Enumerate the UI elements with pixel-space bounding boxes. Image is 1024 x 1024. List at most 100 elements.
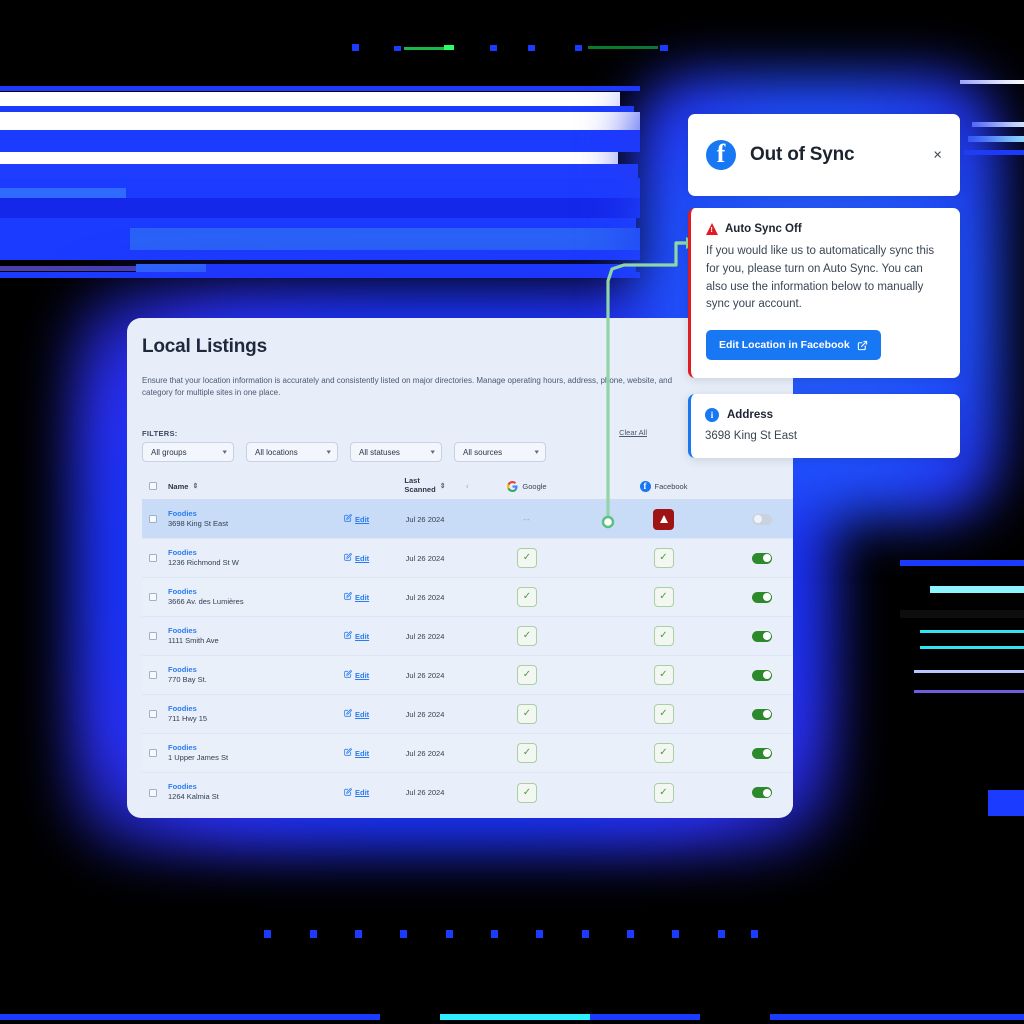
- row-last-scanned-cell: Jul 26 2024: [392, 749, 458, 758]
- sort-icon[interactable]: ⇕: [192, 483, 198, 490]
- auto-sync-toggle[interactable]: [752, 630, 772, 642]
- edit-link[interactable]: Edit: [344, 709, 369, 719]
- google-status-cell[interactable]: ✓: [458, 782, 596, 803]
- facebook-status-cell[interactable]: ✓: [596, 704, 731, 724]
- facebook-status-cell[interactable]: ✓: [596, 587, 731, 607]
- row-edit-cell: Edit: [322, 553, 392, 563]
- auto-sync-toggle[interactable]: [752, 708, 772, 720]
- auto-sync-toggle[interactable]: [752, 591, 772, 603]
- synced-check-icon[interactable]: ✓: [653, 743, 674, 763]
- facebook-status-cell[interactable]: ✓: [596, 548, 731, 568]
- edit-icon: [344, 787, 352, 798]
- chevron-down-icon: ▾: [327, 448, 332, 456]
- synced-check-icon[interactable]: ✓: [653, 704, 674, 724]
- facebook-status-cell[interactable]: [596, 508, 731, 530]
- google-status-cell[interactable]: ✓: [458, 548, 596, 568]
- chevron-down-icon: ▾: [431, 448, 436, 456]
- row-checkbox[interactable]: [149, 710, 157, 718]
- external-link-icon: [857, 340, 868, 351]
- edit-link[interactable]: Edit: [344, 592, 369, 602]
- synced-check-icon[interactable]: ✓: [517, 665, 537, 685]
- row-name-cell: Foodies 770 Bay St.: [164, 665, 322, 685]
- google-status-cell[interactable]: ✓: [458, 704, 596, 724]
- synced-check-icon[interactable]: ✓: [653, 782, 674, 803]
- edit-link[interactable]: Edit: [344, 787, 369, 798]
- header-google-label: Google: [522, 481, 547, 491]
- synced-check-icon[interactable]: ✓: [653, 665, 674, 685]
- edit-link[interactable]: Edit: [344, 514, 369, 524]
- business-name[interactable]: Foodies: [168, 743, 322, 753]
- edit-link[interactable]: Edit: [344, 670, 369, 680]
- google-status-cell[interactable]: ✓: [458, 626, 596, 646]
- facebook-status-cell[interactable]: ✓: [596, 626, 731, 646]
- google-status-cell[interactable]: ✓: [458, 743, 596, 763]
- table-row[interactable]: Foodies 1236 Richmond St W Edit Jul 26 2024…: [142, 539, 793, 578]
- auto-sync-toggle[interactable]: [752, 513, 772, 525]
- out-of-sync-popup: f Out of Sync × Auto Sync Off If you wou…: [688, 114, 960, 459]
- edit-link[interactable]: Edit: [344, 553, 369, 563]
- business-name[interactable]: Foodies: [168, 665, 322, 675]
- synced-check-icon[interactable]: ✓: [653, 548, 674, 568]
- sort-icon[interactable]: ⇕: [440, 483, 446, 490]
- row-checkbox[interactable]: [149, 593, 157, 601]
- row-name-cell: Foodies 711 Hwy 15: [164, 704, 322, 724]
- google-status-cell[interactable]: ✓: [458, 665, 596, 685]
- synced-check-icon[interactable]: ✓: [517, 587, 537, 607]
- select-all-checkbox[interactable]: [149, 482, 157, 490]
- synced-check-icon[interactable]: ✓: [517, 704, 537, 724]
- business-name[interactable]: Foodies: [168, 704, 322, 714]
- business-name[interactable]: Foodies: [168, 587, 322, 597]
- row-checkbox[interactable]: [149, 788, 157, 797]
- auto-sync-toggle[interactable]: [752, 787, 772, 798]
- facebook-status-cell[interactable]: ✓: [596, 782, 731, 803]
- business-name[interactable]: Foodies: [168, 782, 322, 792]
- facebook-status-cell[interactable]: ✓: [596, 665, 731, 685]
- synced-check-icon[interactable]: ✓: [653, 626, 674, 646]
- synced-check-icon[interactable]: ✓: [517, 548, 537, 568]
- table-row[interactable]: Foodies 711 Hwy 15 Edit Jul 26 2024 ✓ ✓: [142, 695, 793, 734]
- auto-sync-off-title: Auto Sync Off: [725, 223, 802, 235]
- row-checkbox[interactable]: [149, 632, 157, 640]
- filter-all-locations[interactable]: All locations ▾: [246, 442, 338, 462]
- row-checkbox[interactable]: [149, 671, 157, 679]
- clear-all-link[interactable]: Clear All: [619, 428, 647, 437]
- last-scanned-date: Jul 26 2024: [405, 788, 445, 797]
- synced-check-icon[interactable]: ✓: [517, 626, 537, 646]
- auto-sync-toggle[interactable]: [752, 552, 772, 564]
- filter-all-sources[interactable]: All sources ▾: [454, 442, 546, 462]
- table-row[interactable]: Foodies 3698 King St East Edit Jul 26 2024 -…: [142, 500, 793, 539]
- business-name[interactable]: Foodies: [168, 509, 322, 519]
- filter-all-groups[interactable]: All groups ▾: [142, 442, 234, 462]
- synced-check-icon[interactable]: ✓: [517, 782, 537, 803]
- last-scanned-date: Jul 26 2024: [405, 631, 445, 641]
- auto-sync-off-body: If you would like us to automatically sy…: [706, 245, 935, 311]
- table-row[interactable]: Foodies 1 Upper James St Edit Jul 26 2024 ✓ ✓: [142, 734, 793, 773]
- table-row[interactable]: Foodies 1264 Kalmia St Edit Jul 26 2024 ✓ ✓: [142, 773, 793, 812]
- synced-check-icon[interactable]: ✓: [517, 743, 537, 763]
- edit-link[interactable]: Edit: [344, 631, 369, 641]
- table-row[interactable]: Foodies 3666 Av. des Lumières Edit Jul 26 2…: [142, 578, 793, 617]
- google-status-cell[interactable]: ✓: [458, 587, 596, 607]
- business-name[interactable]: Foodies: [168, 626, 322, 636]
- auto-sync-toggle[interactable]: [752, 747, 772, 759]
- synced-check-icon[interactable]: ✓: [653, 587, 674, 607]
- row-last-scanned-cell: Jul 26 2024: [392, 515, 458, 524]
- table-row[interactable]: Foodies 770 Bay St. Edit Jul 26 2024 ✓ ✓: [142, 656, 793, 695]
- close-icon[interactable]: ×: [933, 148, 942, 163]
- edit-location-in-facebook-button[interactable]: Edit Location in Facebook: [706, 330, 881, 361]
- row-checkbox[interactable]: [149, 749, 157, 757]
- header-last-scanned[interactable]: Last Scanned ⇕: [392, 476, 458, 494]
- row-name-cell: Foodies 1264 Kalmia St: [164, 782, 322, 802]
- out-of-sync-warning-icon[interactable]: [653, 508, 674, 530]
- auto-sync-toggle[interactable]: [752, 669, 772, 681]
- filter-all-statuses[interactable]: All statuses ▾: [350, 442, 442, 462]
- scroll-left-icon[interactable]: ‹: [466, 482, 469, 491]
- no-data-indicator: --: [523, 514, 531, 524]
- facebook-status-cell[interactable]: ✓: [596, 743, 731, 763]
- business-name[interactable]: Foodies: [168, 548, 322, 558]
- table-row[interactable]: Foodies 1111 Smith Ave Edit Jul 26 2024 ✓ ✓: [142, 617, 793, 656]
- row-checkbox[interactable]: [149, 515, 157, 523]
- header-name[interactable]: Name ⇕: [164, 482, 322, 491]
- row-checkbox[interactable]: [149, 554, 157, 562]
- edit-link[interactable]: Edit: [344, 748, 369, 758]
